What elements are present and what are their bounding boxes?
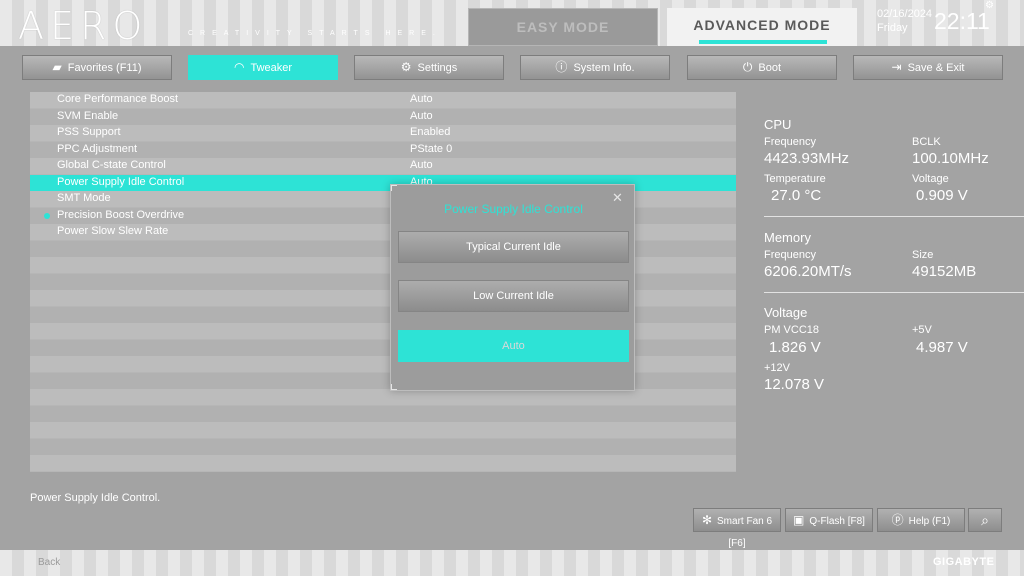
setting-value[interactable]: Enabled (410, 126, 450, 138)
brand-tagline: CREATIVITY STARTS HERE. (188, 30, 442, 37)
memory-size-label: Size (912, 249, 934, 261)
cpu-section-title: CPU (764, 117, 792, 132)
cpu-voltage-label: Voltage (912, 173, 949, 185)
setting-label: Core Performance Boost (57, 93, 179, 105)
setting-label: Power Supply Idle Control (57, 175, 185, 188)
gauge-icon: ◠ (233, 60, 245, 74)
bottom-bar (0, 550, 1024, 576)
back-button[interactable]: Back (38, 557, 60, 568)
memory-size-value: 49152MB (912, 263, 977, 280)
exit-icon: ⇥ (891, 60, 902, 74)
fan-icon: ✻ (701, 513, 713, 527)
gigabyte-logo: GIGABYTE (933, 556, 995, 568)
smart-fan-button[interactable]: ✻ Smart Fan 6 [F6] (693, 508, 781, 549)
clock-display: 22:11 (934, 8, 990, 34)
cpu-temperature-value: 27.0 °C (771, 187, 822, 204)
v5-label: +5V (912, 324, 932, 336)
submenu-bullet-icon (44, 212, 50, 219)
close-icon[interactable]: ✕ (612, 190, 623, 206)
tab-boot[interactable]: ⏻ Boot (687, 55, 837, 80)
help-button[interactable]: ⓟ Help (F1) (877, 508, 965, 532)
tab-system-info[interactable]: ⓘ System Info. (520, 55, 670, 80)
setting-label: Global C-state Control (57, 159, 166, 171)
setting-value[interactable]: Auto (410, 110, 433, 122)
option-dialog: Power Supply Idle Control ✕ Typical Curr… (390, 184, 635, 391)
v5-value: 4.987 V (916, 339, 968, 356)
folder-star-icon: ▰ (52, 60, 62, 74)
section-divider (764, 216, 1024, 217)
tab-favorites[interactable]: ▰ Favorites (F11) (22, 55, 172, 80)
setting-label: Precision Boost Overdrive (57, 208, 185, 221)
setting-value[interactable]: Auto (410, 159, 433, 171)
v12-label: +12V (764, 362, 790, 374)
memory-section-title: Memory (764, 230, 811, 245)
section-divider (764, 292, 1024, 293)
setting-label: PSS Support (57, 126, 121, 138)
option-low-current-idle[interactable]: Low Current Idle (398, 280, 629, 312)
date-display: 02/16/2024 (877, 8, 933, 20)
setting-label: PPC Adjustment (57, 142, 138, 155)
help-description: Power Supply Idle Control. (30, 492, 161, 504)
cpu-temperature-label: Temperature (764, 173, 826, 185)
setting-row-global-c-state-control[interactable]: Global C-state Control Auto (30, 158, 736, 175)
cpu-frequency-label: Frequency (764, 136, 816, 148)
gear-icon[interactable]: ⚙ (985, 0, 994, 11)
cpu-voltage-value: 0.909 V (916, 187, 968, 204)
setting-row-svm-enable[interactable]: SVM Enable Auto (30, 109, 736, 126)
dialog-title: Power Supply Idle Control (444, 202, 583, 216)
setting-value[interactable]: Auto (410, 93, 433, 105)
frame-corner (391, 185, 397, 191)
power-icon: ⏻ (742, 60, 753, 74)
voltage-section-title: Voltage (764, 305, 808, 320)
setting-row-pss-support[interactable]: PSS Support Enabled (30, 125, 736, 142)
q-flash-button[interactable]: ▣ Q-Flash [F8] (785, 508, 873, 532)
tab-tweaker[interactable]: ◠ Tweaker (188, 55, 338, 80)
info-icon: ⓘ (555, 60, 568, 74)
setting-row-core-performance-boost[interactable]: Core Performance Boost Auto (30, 92, 736, 109)
bclk-value: 100.10MHz (912, 150, 989, 167)
setting-value[interactable]: PState 0 (410, 143, 452, 155)
weekday-display: Friday (877, 22, 908, 34)
option-auto[interactable]: Auto (398, 330, 629, 362)
setting-label: Power Slow Slew Rate (57, 225, 169, 237)
gear-icon: ⚙ (400, 60, 412, 74)
cpu-frequency-value: 4423.93MHz (764, 150, 850, 167)
option-typical-current-idle[interactable]: Typical Current Idle (398, 231, 629, 263)
search-button[interactable]: ⌕ (968, 508, 1002, 532)
memory-frequency-value: 6206.20MT/s (764, 263, 852, 280)
memory-frequency-label: Frequency (764, 249, 816, 261)
v12-value: 12.078 V (764, 376, 825, 393)
pm-vcc18-value: 1.826 V (769, 339, 821, 356)
active-mode-indicator (699, 40, 827, 44)
frame-corner (391, 384, 397, 390)
help-icon: ⓟ (891, 513, 904, 527)
setting-label: SVM Enable (57, 109, 119, 122)
easy-mode-tab[interactable]: EASY MODE (468, 8, 658, 46)
setting-row-ppc-adjustment[interactable]: PPC Adjustment PState 0 (30, 142, 736, 159)
tab-save-exit[interactable]: ⇥ Save & Exit (853, 55, 1003, 80)
bclk-label: BCLK (912, 136, 941, 148)
pm-vcc18-label: PM VCC18 (764, 324, 820, 336)
search-icon: ⌕ (981, 512, 989, 528)
tab-settings[interactable]: ⚙ Settings (354, 55, 504, 80)
chip-icon: ▣ (793, 513, 805, 527)
setting-label: SMT Mode (57, 192, 111, 204)
aero-logo: AERO (18, 4, 149, 48)
